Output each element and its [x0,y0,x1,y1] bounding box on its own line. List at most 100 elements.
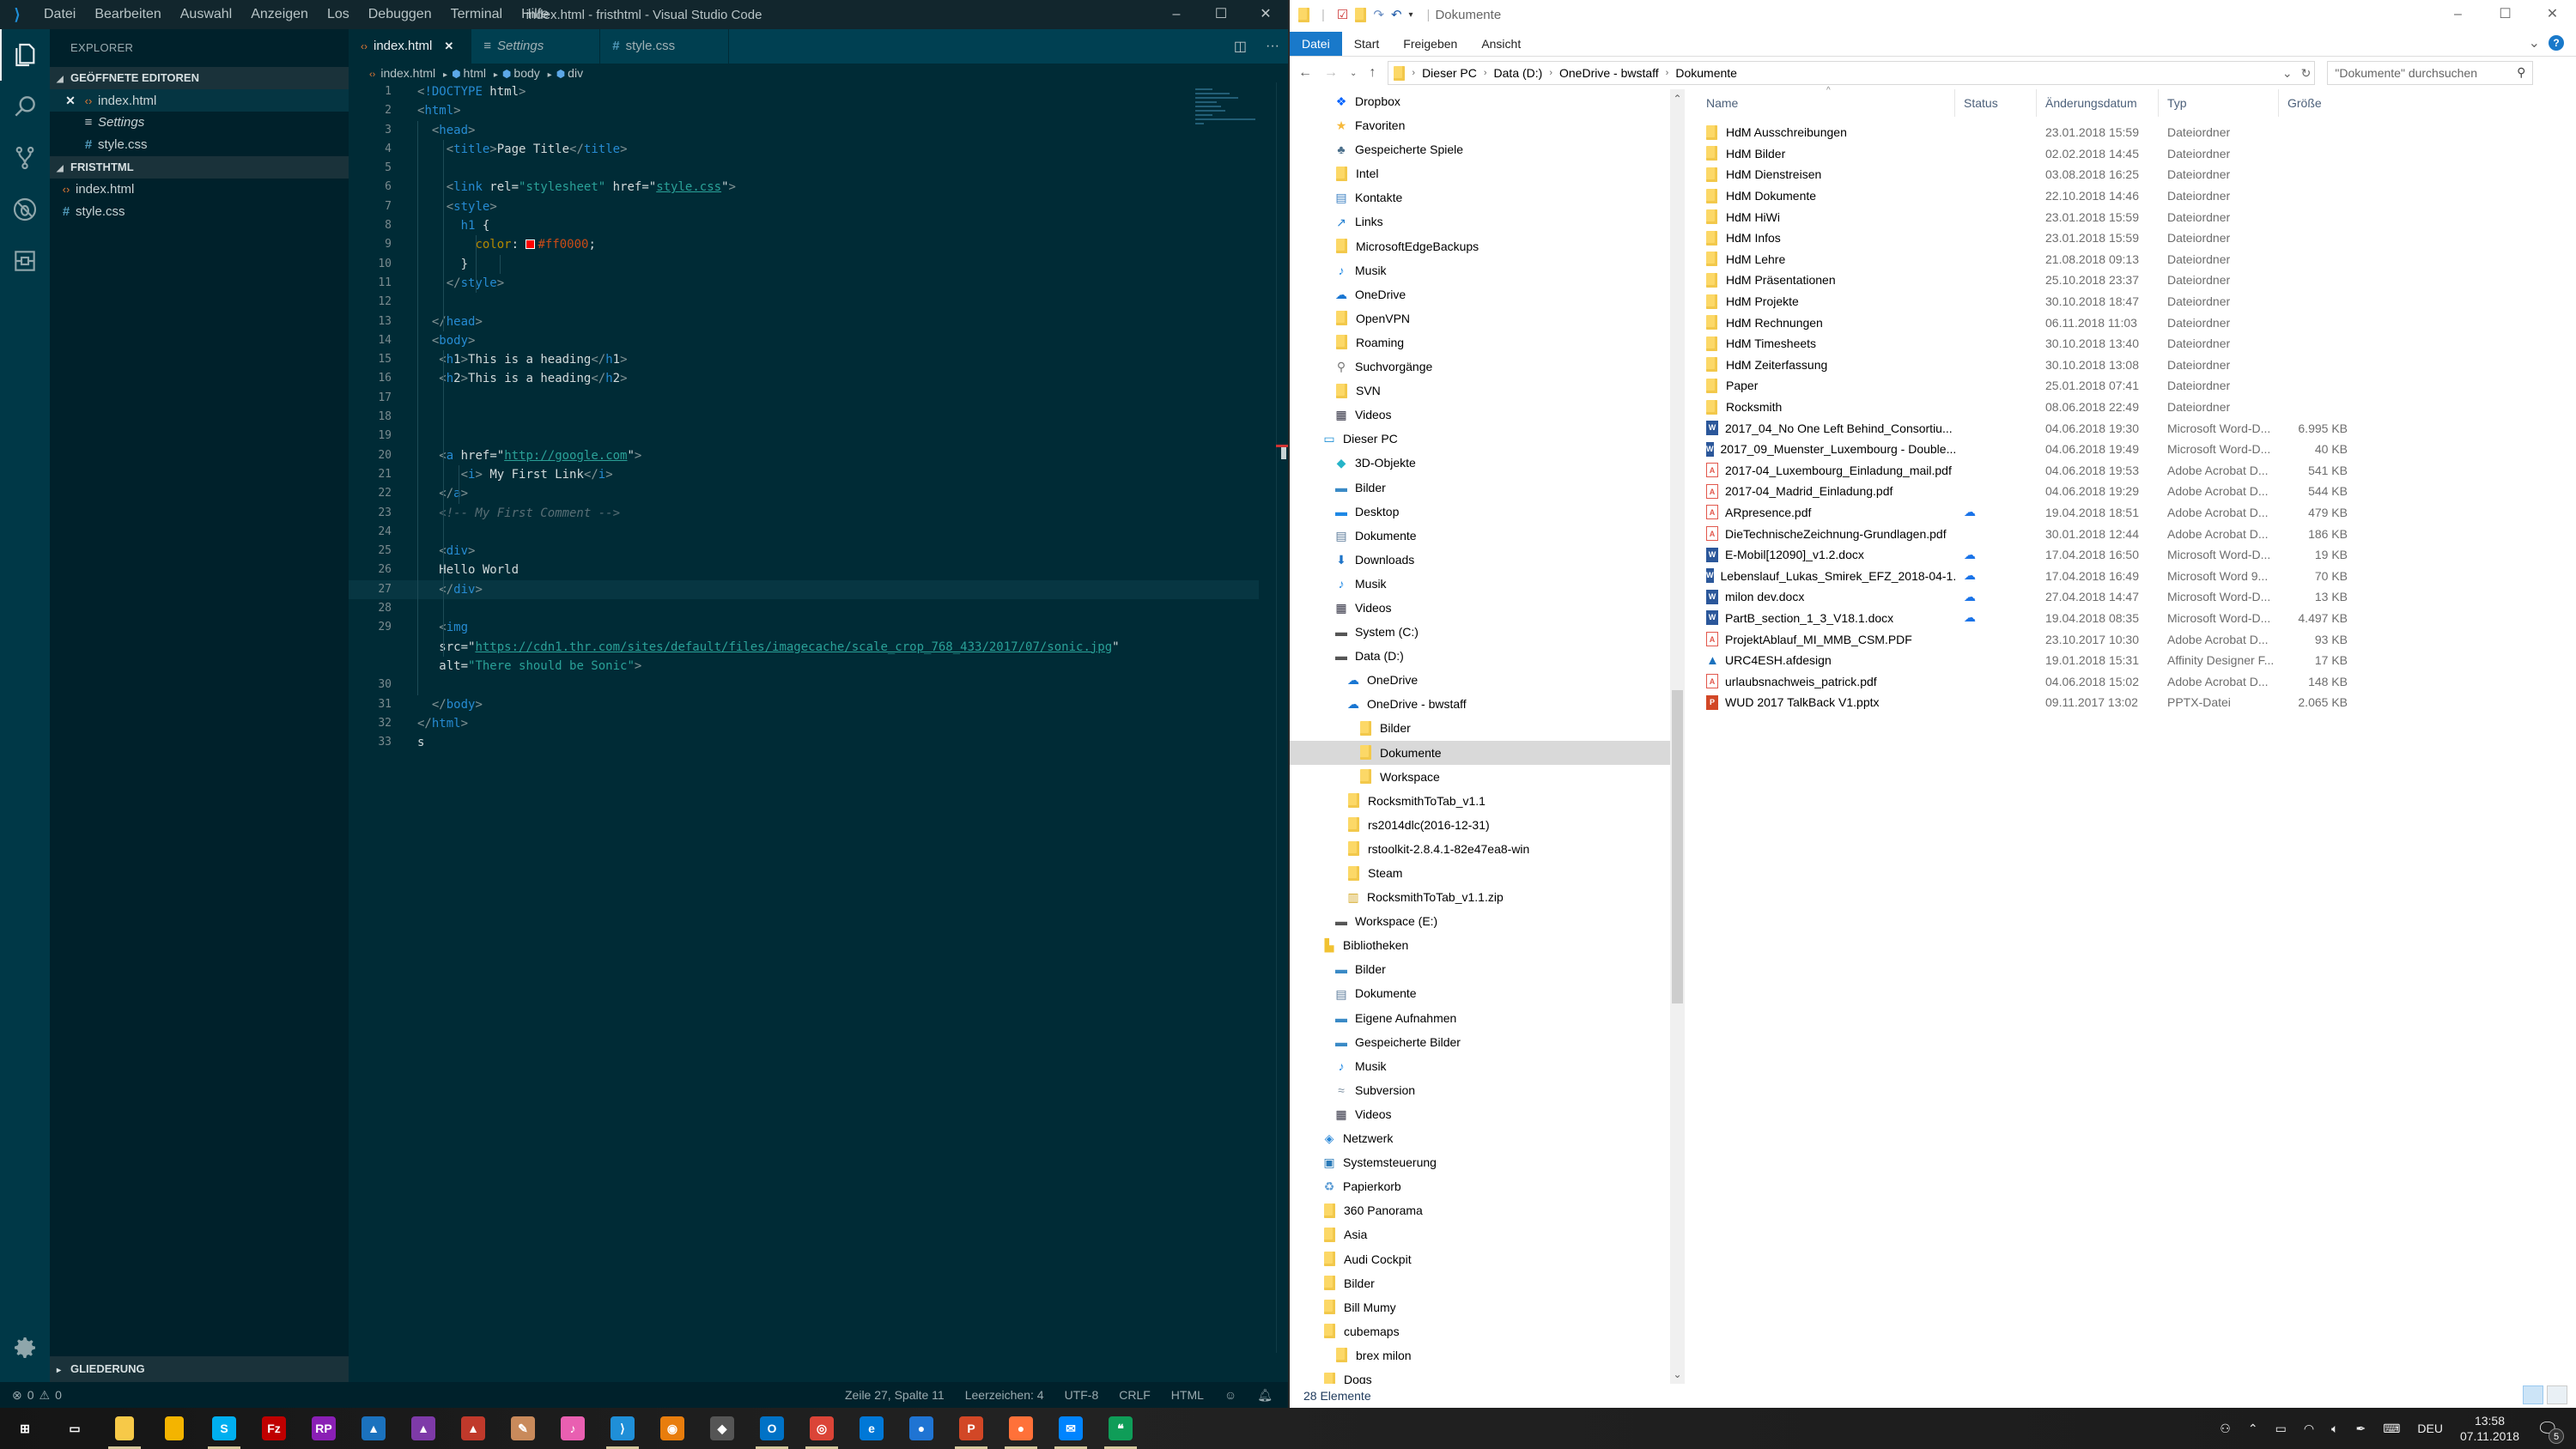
nav-item[interactable]: Asia [1290,1222,1685,1246]
code-line[interactable]: 20 <a href="http://google.com"> [349,446,1259,465]
nav-item[interactable]: Steam [1290,861,1685,885]
ribbon-tab-start[interactable]: Start [1342,32,1392,56]
expand-ribbon-icon[interactable]: ⌄ [2529,34,2540,52]
column-status[interactable]: Status [1955,89,2037,117]
nav-item[interactable]: ⚲ Suchvorgänge [1290,355,1685,379]
customize-toolbar-icon[interactable]: ▾ [1409,10,1413,20]
nav-item[interactable]: ♪ Musik [1290,572,1685,596]
nav-item[interactable]: ▬ Eigene Aufnahmen [1290,1006,1685,1030]
nav-item[interactable]: Bill Mumy [1290,1295,1685,1319]
nav-item[interactable]: ◈ Netzwerk [1290,1126,1685,1150]
nav-item[interactable]: Bilder [1290,1271,1685,1295]
nav-item[interactable]: ↗ Links [1290,209,1685,233]
warning-icon[interactable]: ⚠ [39,1388,51,1403]
nav-item[interactable]: ❖ Dropbox [1290,89,1685,113]
nav-item[interactable]: ▬ Workspace (E:) [1290,909,1685,933]
code-line[interactable]: 4 <title>Page Title</title> [349,140,1259,159]
pen-icon[interactable]: ✒ [2355,1422,2366,1436]
scroll-up-icon[interactable]: ⌃ [1670,93,1685,105]
code-line[interactable]: src="https://cdn1.thr.com/sites/default/… [349,638,1259,657]
close-button[interactable]: ✕ [1243,0,1288,29]
code-line[interactable]: alt="There should be Sonic"> [349,657,1259,676]
address-dropdown-icon[interactable]: ⌄ [2282,66,2293,81]
close-icon[interactable]: ✕ [62,89,79,112]
nav-item[interactable]: ≈ Subversion [1290,1078,1685,1102]
ribbon-tab-ansicht[interactable]: Ansicht [1469,32,1533,56]
file-tree-item[interactable]: ‹› index.html [50,179,349,201]
file-row[interactable]: HdM Bilder 02.02.2018 14:45 Dateiordner [1698,143,2573,165]
file-tree-item[interactable]: # style.css [50,201,349,223]
menu-los[interactable]: Los [318,0,359,29]
nav-item[interactable]: ⬇ Downloads [1290,548,1685,572]
code-line[interactable]: 17 [349,389,1259,408]
ribbon-tab-freigeben[interactable]: Freigeben [1391,32,1469,56]
affinity-photo-taskbar-button[interactable]: ▲ [398,1408,448,1449]
code-line[interactable]: 21 <i> My First Link</i> [349,465,1259,484]
nav-item[interactable]: RocksmithToTab_v1.1 [1290,789,1685,813]
file-row[interactable]: A ProjektAblauf_MI_MMB_CSM.PDF 23.10.2017 … [1698,628,2573,650]
undo-icon[interactable]: ↶ [1391,7,1402,22]
hangouts-taskbar-button[interactable]: ❝ [1096,1408,1145,1449]
pencil-taskbar-button[interactable]: ✎ [498,1408,548,1449]
menu-hilfe[interactable]: Hilfe [512,0,558,29]
recent-locations-icon[interactable]: ⌄ [1350,69,1357,78]
breadcrumb-item[interactable]: body [513,66,539,80]
nav-item[interactable]: ▤ Kontakte [1290,185,1685,209]
file-row[interactable]: W PartB_section_1_3_V18.1.docx ☁ 19.04.2018… [1698,608,2573,629]
file-row[interactable]: A 2017-04_Madrid_Einladung.pdf 04.06.2018 … [1698,481,2573,502]
maximize-button[interactable]: ☐ [1199,0,1243,29]
file-row[interactable]: HdM Präsentationen 25.10.2018 23:37 Dateio… [1698,270,2573,291]
file-row[interactable]: Paper 25.01.2018 07:41 Dateiordner [1698,375,2573,397]
code-line[interactable]: 9 color: #ff0000; [349,235,1259,254]
code-line[interactable]: 11 </style> [349,274,1259,293]
code-line[interactable]: 28 [349,599,1259,618]
file-row[interactable]: W Lebenslauf_Lukas_Smirek_EFZ_2018-04-1..… [1698,565,2573,586]
file-row[interactable]: Rocksmith 08.06.2018 22:49 Dateiordner [1698,397,2573,418]
minimize-button[interactable]: – [1154,0,1199,29]
details-view-icon[interactable] [2523,1385,2543,1404]
column-date[interactable]: Änderungsdatum [2037,89,2159,117]
more-actions-icon[interactable]: ··· [1266,39,1279,54]
edge-taskbar-button[interactable]: e [847,1408,896,1449]
breadcrumb-item[interactable]: index.html [380,66,435,80]
nav-item[interactable]: ▬ Bilder [1290,476,1685,500]
skype-taskbar-button[interactable]: S [199,1408,249,1449]
nav-item[interactable]: ▦ Videos [1290,596,1685,620]
new-folder-icon[interactable] [1355,7,1367,22]
back-arrow-icon[interactable]: ← [1298,65,1312,81]
address-crumb[interactable]: Dieser PC [1422,66,1477,80]
unity-taskbar-button[interactable]: ◆ [697,1408,747,1449]
nav-item[interactable]: Workspace [1290,765,1685,789]
file-row[interactable]: HdM Zeiterfassung 30.10.2018 13:08 Dateior… [1698,355,2573,376]
vscode-taskbar-button[interactable]: ⟩ [598,1408,647,1449]
file-explorer-taskbar-button[interactable] [100,1408,149,1449]
tab-style-css[interactable]: # style.css [600,29,730,64]
file-row[interactable]: ▲ URC4ESH.afdesign 19.01.2018 15:31 Affinit… [1698,650,2573,671]
code-line[interactable]: 7 <style> [349,197,1259,216]
code-line[interactable]: 19 [349,427,1259,446]
file-row[interactable]: HdM Infos 23.01.2018 15:59 Dateiordner [1698,227,2573,249]
color-swatch[interactable] [526,239,536,250]
menu-datei[interactable]: Datei [34,0,85,29]
file-row[interactable]: A ARpresence.pdf ☁ 19.04.2018 18:51 Adobe Ac… [1698,502,2573,524]
open-editor-item[interactable]: ≡ Settings [50,112,349,134]
code-line[interactable]: 25 <div> [349,542,1259,561]
nav-item[interactable]: Roaming [1290,330,1685,355]
code-line[interactable]: 1 <!DOCTYPE html> [349,82,1259,101]
up-arrow-icon[interactable]: ↑ [1369,65,1376,81]
menu-debuggen[interactable]: Debuggen [359,0,441,29]
minimize-button[interactable]: – [2434,0,2482,29]
nav-item[interactable]: ♻ Papierkorb [1290,1174,1685,1198]
nav-item[interactable]: rstoolkit-2.8.4.1-82e47ea8-win [1290,837,1685,861]
nav-item[interactable]: ▬ Data (D:) [1290,644,1685,668]
nav-item[interactable]: Dogs [1290,1367,1685,1384]
nav-item[interactable]: ▬ Desktop [1290,500,1685,524]
address-bar[interactable]: › Dieser PC › Data (D:) › OneDrive - bwstaf… [1388,61,2316,85]
nav-item[interactable]: ▣ Systemsteuerung [1290,1150,1685,1174]
task-view-taskbar-button[interactable]: ▭ [50,1408,100,1449]
large-icons-view-icon[interactable] [2547,1385,2567,1404]
axure-rp-taskbar-button[interactable]: RP [299,1408,349,1449]
start-button-taskbar-button[interactable]: ⊞ [0,1408,50,1449]
address-crumb[interactable]: Data (D:) [1494,66,1543,80]
file-row[interactable]: W 2017_09_Muenster_Luxembourg - Double...… [1698,439,2573,460]
